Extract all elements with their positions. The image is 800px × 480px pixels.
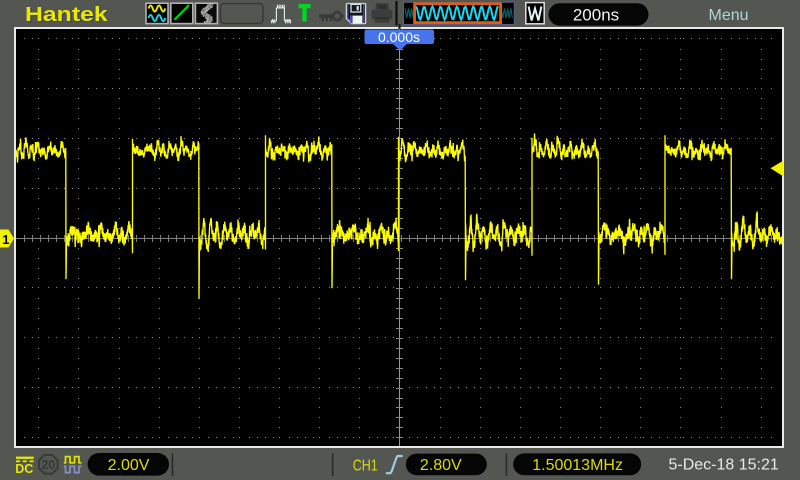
svg-text:0.000s: 0.000s <box>378 29 420 45</box>
svg-text:2.00V: 2.00V <box>108 457 150 474</box>
svg-text:Menu: Menu <box>708 7 748 24</box>
svg-text:DC: DC <box>15 462 33 476</box>
svg-text:200ns: 200ns <box>573 5 619 24</box>
svg-text:20: 20 <box>41 458 55 472</box>
svg-text:CH1: CH1 <box>353 457 378 475</box>
svg-text:1: 1 <box>2 232 9 247</box>
svg-text:2.80V: 2.80V <box>420 457 462 474</box>
svg-text:5-Dec-18 15:21: 5-Dec-18 15:21 <box>669 457 779 474</box>
svg-text:1.50013MHz: 1.50013MHz <box>532 457 623 474</box>
svg-text:Hantek: Hantek <box>25 3 108 25</box>
